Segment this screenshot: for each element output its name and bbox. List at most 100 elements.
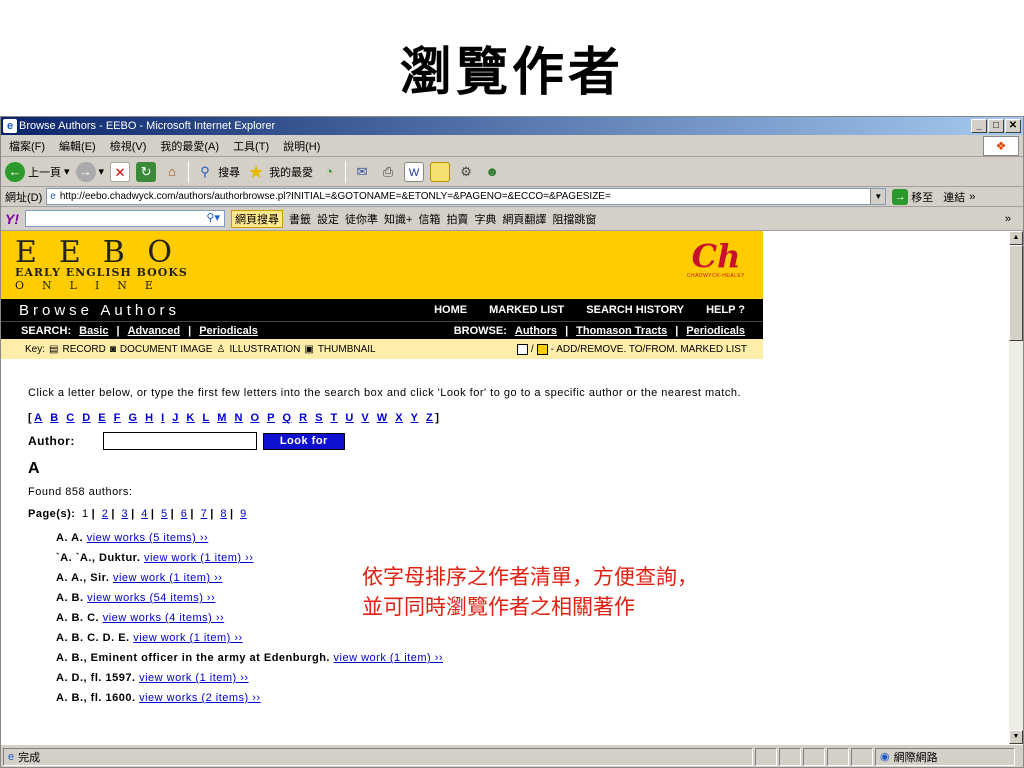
view-works-link[interactable]: view work (1 item) ›› bbox=[144, 552, 254, 564]
letter-link[interactable]: H bbox=[145, 412, 153, 424]
letter-link[interactable]: Y bbox=[411, 412, 419, 424]
letter-link[interactable]: J bbox=[172, 412, 179, 424]
letter-link[interactable]: R bbox=[299, 412, 307, 424]
view-works-link[interactable]: view work (1 item) ›› bbox=[139, 672, 249, 684]
chevron-right-icon[interactable]: » bbox=[1005, 213, 1011, 225]
scroll-up-icon[interactable]: ▲ bbox=[1009, 231, 1023, 245]
letter-link[interactable]: E bbox=[98, 412, 106, 424]
scroll-thumb[interactable] bbox=[1009, 245, 1023, 341]
search-advanced-link[interactable]: Advanced bbox=[128, 325, 181, 337]
yahoo-auction[interactable]: 拍賣 bbox=[446, 211, 468, 227]
chevron-right-icon[interactable]: » bbox=[969, 191, 975, 203]
browse-periodicals-link[interactable]: Periodicals bbox=[686, 325, 745, 337]
view-works-link[interactable]: view works (4 items) ›› bbox=[103, 612, 225, 624]
yahoo-logo[interactable]: Y! bbox=[5, 211, 19, 227]
view-works-link[interactable]: view works (54 items) ›› bbox=[87, 592, 215, 604]
letter-link[interactable]: V bbox=[361, 412, 369, 424]
letter-link[interactable]: L bbox=[202, 412, 209, 424]
refresh-icon[interactable]: ↻ bbox=[136, 161, 157, 182]
view-works-link[interactable]: view work (1 item) ›› bbox=[113, 572, 223, 584]
view-works-link[interactable]: view works (2 items) ›› bbox=[139, 692, 261, 704]
back-button[interactable]: ← 上一頁 ▾ bbox=[5, 161, 70, 182]
letter-link[interactable]: D bbox=[82, 412, 90, 424]
search-button[interactable]: ⚲ 搜尋 bbox=[195, 162, 240, 182]
page-link[interactable]: 6 bbox=[181, 508, 188, 520]
letter-link[interactable]: B bbox=[50, 412, 58, 424]
yahoo-answers[interactable]: 知識+ bbox=[384, 211, 412, 227]
author-input[interactable] bbox=[102, 432, 257, 450]
nav-home[interactable]: HOME bbox=[434, 304, 467, 316]
chadwyck-healey-logo[interactable]: Ch CHADWYCK-HEALEY bbox=[687, 239, 745, 279]
yahoo-settings[interactable]: 設定 bbox=[317, 211, 339, 227]
discuss-icon[interactable] bbox=[430, 161, 451, 182]
letter-link[interactable]: A bbox=[34, 412, 42, 424]
nav-search-history[interactable]: SEARCH HISTORY bbox=[586, 304, 684, 316]
page-link[interactable]: 8 bbox=[220, 508, 227, 520]
history-icon[interactable]: ◔ bbox=[319, 162, 339, 182]
letter-link[interactable]: T bbox=[331, 412, 338, 424]
menu-help[interactable]: 說明(H) bbox=[283, 138, 320, 154]
letter-link[interactable]: W bbox=[377, 412, 388, 424]
yahoo-dictionary[interactable]: 字典 bbox=[474, 211, 496, 227]
yahoo-translate[interactable]: 網頁翻譯 bbox=[502, 211, 546, 227]
letter-link[interactable]: U bbox=[345, 412, 353, 424]
word-edit-icon[interactable]: W bbox=[404, 161, 425, 182]
letter-link[interactable]: M bbox=[217, 412, 227, 424]
yahoo-popup-blocker[interactable]: 阻擋跳窗 bbox=[552, 211, 596, 227]
home-icon[interactable]: ⌂ bbox=[162, 162, 182, 182]
letter-link[interactable]: X bbox=[395, 412, 403, 424]
mail-icon[interactable]: ✉ bbox=[352, 162, 372, 182]
yahoo-bookmarks[interactable]: 書籤 bbox=[289, 211, 311, 227]
page-link[interactable]: 4 bbox=[141, 508, 148, 520]
links-label[interactable]: 連結 bbox=[943, 189, 965, 205]
browse-authors-link[interactable]: Authors bbox=[515, 325, 557, 337]
letter-link[interactable]: I bbox=[161, 412, 165, 424]
minimize-button[interactable]: _ bbox=[971, 119, 987, 133]
address-input[interactable]: e http://eebo.chadwyck.com/authors/autho… bbox=[46, 188, 887, 205]
close-button[interactable]: ✕ bbox=[1005, 119, 1021, 133]
menu-file[interactable]: 檔案(F) bbox=[9, 138, 45, 154]
nav-marked-list[interactable]: MARKED LIST bbox=[489, 304, 564, 316]
stop-icon[interactable]: ✕ bbox=[110, 161, 131, 182]
window-titlebar[interactable]: e Browse Authors - EEBO - Microsoft Inte… bbox=[1, 117, 1023, 135]
letter-link[interactable]: O bbox=[250, 412, 259, 424]
page-link[interactable]: 2 bbox=[102, 508, 109, 520]
page-link[interactable]: 3 bbox=[122, 508, 129, 520]
menu-tools[interactable]: 工具(T) bbox=[233, 138, 269, 154]
page-link[interactable]: 7 bbox=[201, 508, 208, 520]
menu-view[interactable]: 檢視(V) bbox=[110, 138, 147, 154]
letter-link[interactable]: Q bbox=[282, 412, 291, 424]
print-icon[interactable]: ⎙ bbox=[378, 162, 398, 182]
view-works-link[interactable]: view works (5 items) ›› bbox=[87, 532, 209, 544]
eebo-logo[interactable]: EEBO EARLY ENGLISH BOOKS ONLINE bbox=[15, 235, 194, 292]
frog-icon[interactable]: ☻ bbox=[482, 162, 502, 182]
letter-link[interactable]: Z bbox=[426, 412, 433, 424]
yahoo-search-button[interactable]: 網頁搜尋 bbox=[231, 209, 283, 228]
letter-link[interactable]: G bbox=[128, 412, 137, 424]
menu-edit[interactable]: 編輯(E) bbox=[59, 138, 96, 154]
page-link[interactable]: 5 bbox=[161, 508, 168, 520]
view-works-link[interactable]: view work (1 item) ›› bbox=[133, 632, 243, 644]
back-dropdown-icon[interactable]: ▾ bbox=[64, 165, 70, 178]
scroll-down-icon[interactable]: ▼ bbox=[1009, 730, 1023, 744]
search-periodicals-link[interactable]: Periodicals bbox=[199, 325, 258, 337]
address-dropdown-icon[interactable]: ▼ bbox=[870, 189, 886, 204]
letter-link[interactable]: F bbox=[114, 412, 121, 424]
letter-link[interactable]: K bbox=[186, 412, 194, 424]
letter-link[interactable]: S bbox=[315, 412, 323, 424]
forward-dropdown-icon[interactable]: ▾ bbox=[99, 165, 105, 178]
nav-help[interactable]: HELP ? bbox=[706, 304, 745, 316]
menu-favorites[interactable]: 我的最愛(A) bbox=[160, 138, 219, 154]
yahoo-item[interactable]: 徒你準 bbox=[345, 211, 378, 227]
messenger-icon[interactable]: ⚙ bbox=[456, 162, 476, 182]
browse-thomason-link[interactable]: Thomason Tracts bbox=[576, 325, 667, 337]
yahoo-search-input[interactable]: ⚲▾ bbox=[25, 210, 225, 227]
view-works-link[interactable]: view work (1 item) ›› bbox=[334, 652, 444, 664]
go-button[interactable]: → 移至 bbox=[892, 188, 933, 205]
letter-link[interactable]: P bbox=[267, 412, 275, 424]
yahoo-mail[interactable]: 信箱 bbox=[418, 211, 440, 227]
look-for-button[interactable]: Look for bbox=[262, 432, 345, 450]
page-link[interactable]: 9 bbox=[240, 508, 247, 520]
vertical-scrollbar[interactable]: ▲ ▼ bbox=[1009, 231, 1023, 744]
forward-button[interactable]: → ▾ bbox=[75, 161, 105, 182]
